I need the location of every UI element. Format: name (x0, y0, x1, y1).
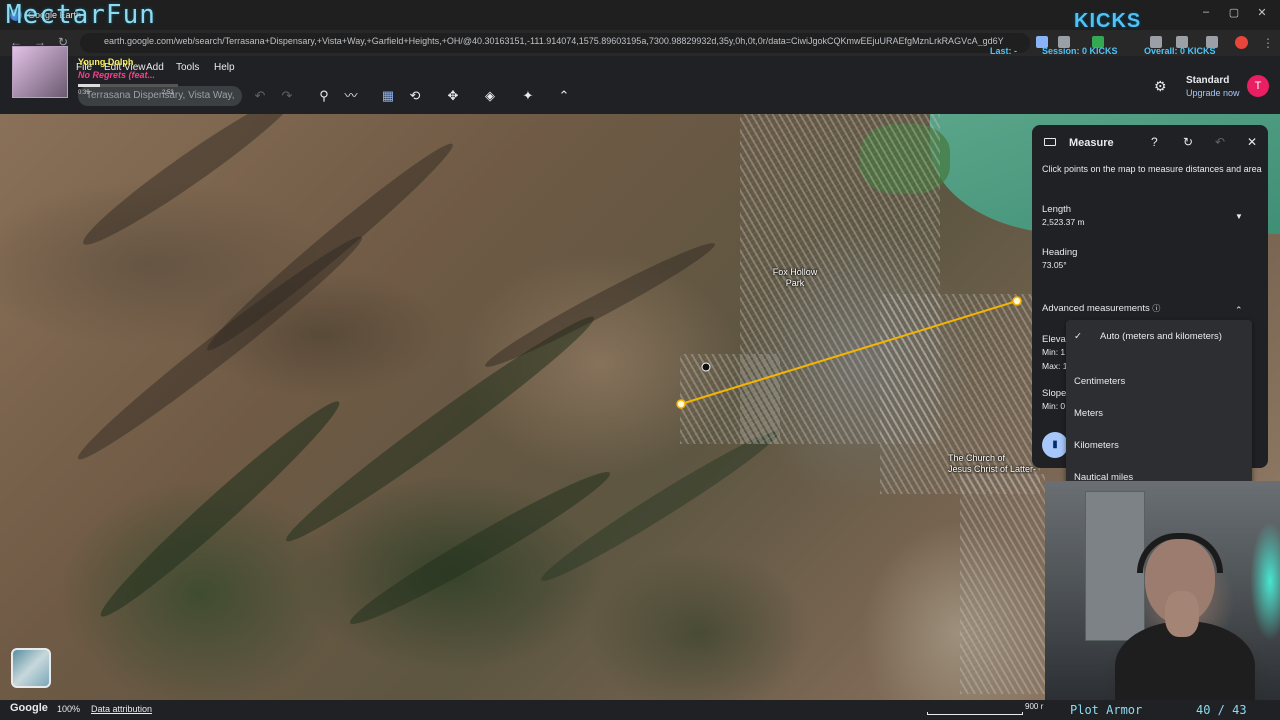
webcam-person-hand (1165, 591, 1199, 637)
measure-description: Click points on the map to measure dista… (1042, 164, 1262, 174)
unit-option-auto[interactable]: ✓ Auto (meters and kilometers) (1066, 323, 1252, 351)
bookmark-icon[interactable]: ▮ (1042, 432, 1068, 458)
undo-measure-icon[interactable]: ↶ (1215, 135, 1225, 149)
map-style-thumbnail[interactable] (11, 648, 51, 688)
elevation-label: Eleva (1042, 334, 1066, 345)
data-attribution-link[interactable]: Data attribution (91, 704, 152, 714)
measure-line (680, 300, 1018, 405)
slope-label: Slope (1042, 388, 1067, 399)
unit-option-centimeters[interactable]: Centimeters (1066, 368, 1252, 396)
place-marker[interactable] (701, 362, 711, 372)
now-playing-progress-fill (78, 84, 100, 87)
scale-bar (927, 712, 1023, 715)
game-name: Plot Armor (1070, 703, 1143, 717)
unit-option-meters[interactable]: Meters (1066, 400, 1252, 428)
advanced-measurements-label[interactable]: Advanced measurements ⓘ (1042, 303, 1160, 314)
slope-min: Min: 0 (1042, 401, 1066, 411)
album-art (12, 46, 68, 98)
unit-menu: ✓ Auto (meters and kilometers) Centimeter… (1066, 320, 1252, 490)
game-counter: 40 / 43 (1196, 703, 1247, 717)
chevron-up-icon[interactable]: ⌃ (1235, 305, 1243, 316)
measure-start-point[interactable] (676, 399, 686, 409)
now-playing-progress (78, 84, 178, 87)
kick-session: Session: 0 KICKS (1042, 46, 1118, 56)
heading-value: 73.05° (1042, 260, 1067, 270)
kicks-logo: KICKS (1074, 10, 1142, 32)
help-icon[interactable]: ? (1151, 135, 1158, 149)
now-playing-track: No Regrets (feat... (78, 70, 156, 80)
webcam-light (1250, 521, 1280, 641)
measure-end-point[interactable] (1012, 296, 1022, 306)
kick-last: Last: - (990, 46, 1017, 56)
webcam-feed (1045, 481, 1280, 700)
now-playing-artist: Young Dolph (78, 57, 134, 67)
length-value: 2,523.37 m (1042, 217, 1085, 227)
headset-icon (1137, 533, 1223, 573)
unit-dropdown-caret-icon[interactable]: ▼ (1235, 212, 1243, 221)
elevation-min: Min: 1 (1042, 347, 1066, 357)
scale-label: 900 r (1025, 702, 1044, 711)
screen: Google Earth – ▢ ✕ ← → ↻ earth.google.co… (0, 0, 1280, 720)
unit-option-kilometers[interactable]: Kilometers (1066, 432, 1252, 460)
heading-label: Heading (1042, 247, 1078, 258)
now-playing-total: 2:53 (162, 90, 174, 96)
now-playing-elapsed: 0:39 (78, 90, 90, 96)
stream-brand-logo: MectarFun (6, 0, 156, 30)
ruler-panel-icon (1044, 138, 1056, 146)
info-icon: ⓘ (1152, 304, 1161, 313)
measure-title: Measure (1069, 137, 1114, 149)
elevation-max: Max: 1 (1042, 361, 1068, 371)
length-label: Length (1042, 204, 1072, 215)
kick-overall: Overall: 0 KICKS (1144, 46, 1216, 56)
webcam-door (1085, 491, 1145, 641)
check-icon: ✓ (1074, 331, 1082, 342)
close-icon[interactable]: ✕ (1247, 135, 1257, 149)
park-label: Fox Hollow Park (772, 267, 818, 288)
google-logo: Google (10, 702, 48, 714)
reset-icon[interactable]: ↻ (1183, 135, 1193, 149)
zoom-level: 100% (57, 704, 81, 714)
